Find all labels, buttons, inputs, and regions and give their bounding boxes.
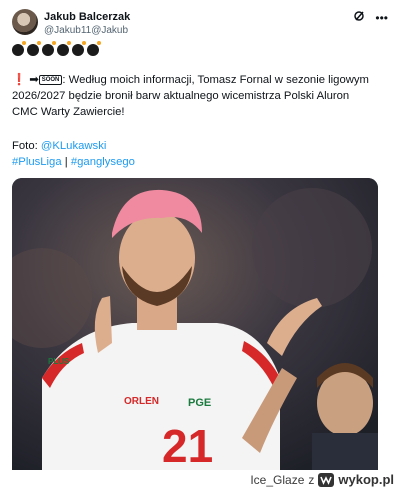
footer-username[interactable]: Ice_Glaze xyxy=(250,473,304,487)
more-icon[interactable]: ••• xyxy=(375,11,388,25)
exclamation-icon: ❗ xyxy=(12,74,27,86)
user-handle[interactable]: @Jakub11@Jakub xyxy=(44,24,130,37)
tweet-header: Jakub Balcerzak @Jakub11@Jakub ••• xyxy=(12,8,388,42)
player-photo: 21 ORLEN PGE PLUS xyxy=(12,178,378,470)
tweet-text: ❗ ➡ SOON: Według moich informacji, Tomasz… xyxy=(12,72,378,120)
soon-arrow-icon: ➡ SOON xyxy=(29,74,63,86)
grok-icon[interactable] xyxy=(353,10,365,25)
photo-credit: Foto: @KLukawski xyxy=(12,138,106,154)
jersey-sponsor: ORLEN xyxy=(124,396,159,407)
footer-z: z xyxy=(308,472,315,487)
footer-bar: Ice_Glaze z wykop.pl xyxy=(0,470,400,490)
jersey-sponsor2: PGE xyxy=(188,397,211,409)
bomb-icon xyxy=(87,41,101,56)
hashtag-separator: | xyxy=(61,156,71,168)
display-name[interactable]: Jakub Balcerzak xyxy=(44,10,130,24)
emoji-row xyxy=(12,41,101,56)
jersey-number: 21 xyxy=(162,420,213,470)
wykop-logo-icon xyxy=(318,472,335,487)
jersey-brand: PLUS xyxy=(48,357,70,366)
bomb-icon xyxy=(12,41,26,56)
tweet-body: : Według moich informacji, Tomasz Fornal… xyxy=(12,74,369,118)
hashtag-plusliga[interactable]: #PlusLiga xyxy=(12,156,62,168)
hashtags: #PlusLiga | #ganglysego xyxy=(12,154,135,170)
bomb-icon xyxy=(57,41,71,56)
tweet-card: Jakub Balcerzak @Jakub11@Jakub ••• ❗ ➡ SO… xyxy=(0,0,400,470)
bomb-icon xyxy=(42,41,56,56)
hashtag-ganglysego[interactable]: #ganglysego xyxy=(71,156,135,168)
bomb-icon xyxy=(27,41,41,56)
watermark: Ice_Glaze z wykop.pl xyxy=(250,472,394,487)
header-actions: ••• xyxy=(353,10,388,25)
tweet-photo[interactable]: 21 ORLEN PGE PLUS xyxy=(12,178,378,470)
foto-label: Foto: xyxy=(12,140,41,152)
avatar[interactable] xyxy=(12,9,38,35)
footer-site[interactable]: wykop.pl xyxy=(338,472,394,487)
foto-link[interactable]: @KLukawski xyxy=(41,140,106,152)
user-info: Jakub Balcerzak @Jakub11@Jakub xyxy=(44,10,130,37)
soon-badge: SOON xyxy=(38,75,63,86)
bomb-icon xyxy=(72,41,86,56)
